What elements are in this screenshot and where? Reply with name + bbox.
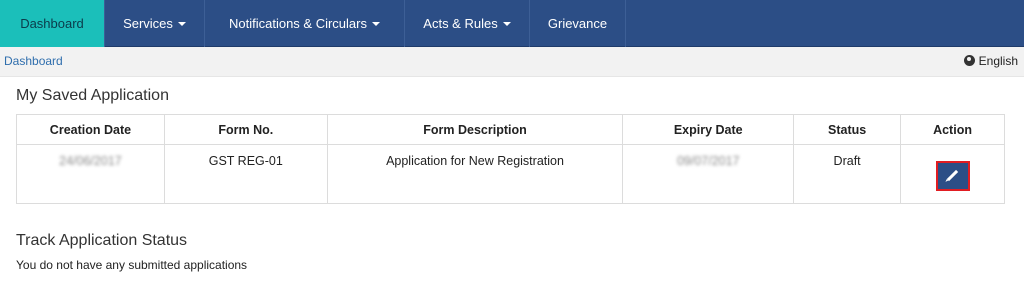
- expiry-date-cell: 09/07/2017: [622, 144, 795, 204]
- globe-icon: [963, 55, 975, 66]
- edit-application-button[interactable]: [935, 161, 970, 191]
- form-no-cell: GST REG-01: [163, 144, 328, 204]
- nav-item-label: Grievance: [547, 16, 608, 31]
- nav-item-grievance[interactable]: Grievance: [530, 0, 626, 47]
- track-application-title: Track Application Status: [16, 232, 188, 249]
- column-header-creation-date: Creation Date: [16, 114, 165, 145]
- nav-item-dashboard[interactable]: Dashboard: [0, 0, 105, 47]
- nav-item-label: Notifications & Circulars: [229, 16, 367, 31]
- no-applications-message: You do not have any submitted applicatio…: [16, 258, 248, 272]
- column-header-action: Action: [900, 114, 1005, 145]
- chevron-down-icon: [502, 22, 511, 26]
- table-header-row: Creation Date Form No. Form Description …: [16, 114, 1005, 145]
- column-header-status: Status: [793, 114, 902, 145]
- column-header-form-description: Form Description: [326, 114, 624, 145]
- column-header-form-no: Form No.: [163, 114, 328, 145]
- nav-item-services[interactable]: Services: [105, 0, 205, 47]
- pencil-icon: [946, 169, 958, 182]
- saved-applications-table: Creation Date Form No. Form Description …: [16, 114, 1005, 204]
- breadcrumb-bar: Dashboard English: [0, 47, 1024, 77]
- breadcrumb-dashboard-link[interactable]: Dashboard: [4, 54, 63, 68]
- nav-item-acts-rules[interactable]: Acts & Rules: [405, 0, 530, 47]
- chevron-down-icon: [372, 22, 380, 26]
- creation-date-cell: 24/06/2017: [16, 144, 165, 204]
- expiry-date-value: 09/07/2017: [676, 154, 740, 168]
- nav-item-label: Services: [123, 16, 173, 31]
- language-selector[interactable]: English: [963, 54, 1018, 68]
- saved-application-title: My Saved Application: [16, 87, 169, 104]
- form-description-cell: Application for New Registration: [326, 144, 624, 204]
- language-label: English: [978, 54, 1018, 68]
- top-navigation-bar: Dashboard Services Notifications & Circu…: [0, 0, 1024, 47]
- table-row: 24/06/2017 GST REG-01 Application for Ne…: [16, 144, 1005, 204]
- action-cell: [900, 144, 1005, 204]
- chevron-down-icon: [177, 22, 186, 26]
- status-cell: Draft: [793, 144, 902, 204]
- nav-item-label: Dashboard: [20, 16, 84, 31]
- nav-item-notifications-circulars[interactable]: Notifications & Circulars: [205, 0, 405, 47]
- nav-item-label: Acts & Rules: [423, 16, 498, 31]
- creation-date-value: 24/06/2017: [59, 154, 122, 168]
- column-header-expiry-date: Expiry Date: [622, 114, 795, 145]
